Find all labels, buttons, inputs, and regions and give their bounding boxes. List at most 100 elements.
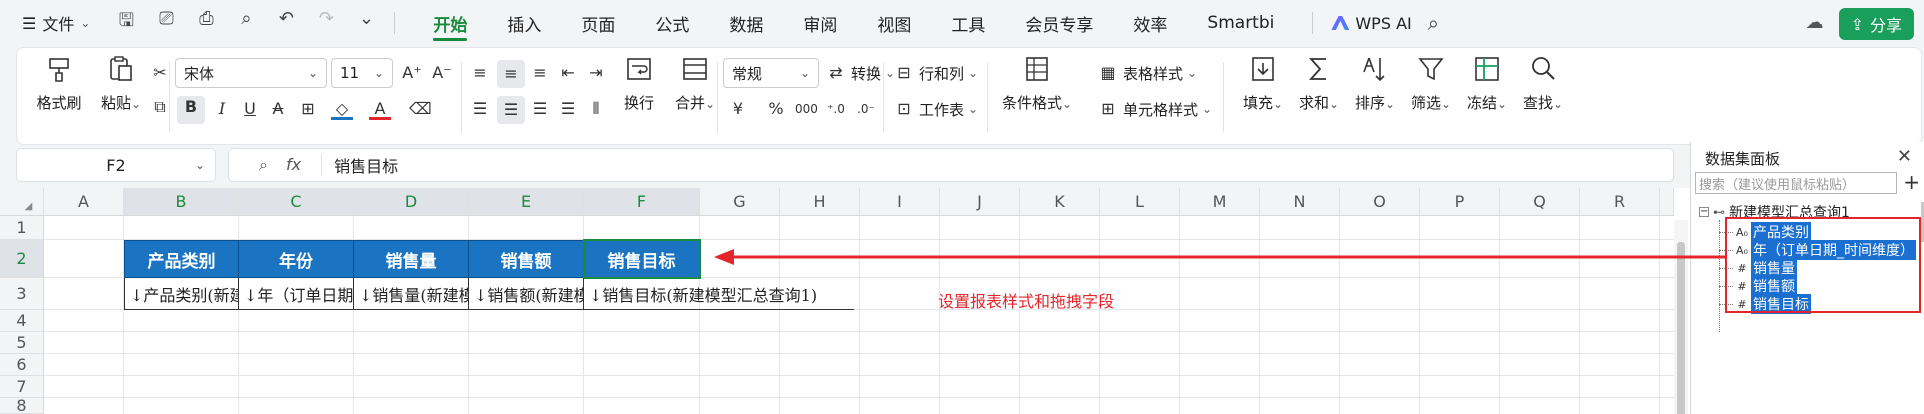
name-box[interactable]: F2 ⌄ [16, 148, 216, 182]
column-header-e[interactable]: E [469, 188, 584, 216]
vertical-scrollbar[interactable] [1674, 220, 1688, 414]
select-all-corner[interactable]: ◢ [0, 188, 44, 216]
tab-data[interactable]: 数据 [709, 0, 783, 46]
tab-insert[interactable]: 插入 [487, 0, 561, 46]
paste-button[interactable]: 粘贴⌄ [89, 54, 153, 113]
wps-ai-button[interactable]: WPS AI [1331, 14, 1412, 33]
tab-smartbi[interactable]: Smartbi [1187, 0, 1294, 46]
column-header-l[interactable]: L [1100, 188, 1180, 216]
thousands-icon[interactable]: 000 [795, 98, 818, 120]
font-color-icon[interactable]: A [369, 98, 391, 120]
undo-icon[interactable]: ↶ [276, 8, 296, 38]
percent-icon[interactable]: % [765, 98, 787, 120]
decrease-indent-icon[interactable]: ⇤ [557, 62, 579, 84]
add-icon[interactable]: + [1903, 170, 1920, 194]
find-button[interactable]: 查找⌄ [1511, 54, 1575, 113]
redo-icon[interactable]: ↷ [316, 8, 336, 38]
align-center-icon[interactable]: ☰ [497, 96, 525, 124]
column-header-m[interactable]: M [1180, 188, 1260, 216]
file-menu[interactable]: ☰ 文件 ⌄ [22, 11, 90, 35]
underline-icon[interactable]: U [239, 98, 261, 120]
clear-format-icon[interactable]: ⌫ [409, 98, 432, 120]
column-header-h[interactable]: H [780, 188, 860, 216]
tab-formula[interactable]: 公式 [635, 0, 709, 46]
header-cell-sales-qty[interactable]: 销售量 [354, 240, 469, 278]
header-cell-product-category[interactable]: 产品类别 [124, 240, 239, 278]
search-icon[interactable]: ⌕ [1428, 11, 1439, 35]
row-header-4[interactable]: 4 [0, 310, 44, 332]
more-icon[interactable]: ⌄ [356, 8, 376, 38]
tab-efficiency[interactable]: 效率 [1113, 0, 1187, 46]
column-header-q[interactable]: Q [1500, 188, 1580, 216]
zoom-icon[interactable]: ⌕ [259, 155, 268, 175]
data-cell-sales-target[interactable]: ↓销售目标(新建模型汇总查询1) [584, 278, 854, 310]
italic-icon[interactable]: I [211, 98, 233, 120]
panel-search-input[interactable]: 搜索（建议使用鼠标粘贴） [1695, 172, 1897, 194]
column-header-a[interactable]: A [44, 188, 124, 216]
collapse-icon[interactable]: − [1699, 207, 1709, 217]
column-header-i[interactable]: I [860, 188, 940, 216]
format-painter-qa-icon[interactable]: ⎚ [156, 8, 176, 38]
column-header-b[interactable]: B [124, 188, 239, 216]
align-left-icon[interactable]: ☰ [469, 98, 491, 120]
print-preview-icon[interactable]: ⌕ [236, 8, 256, 38]
row-header-1[interactable]: 1 [0, 216, 44, 240]
decrease-font-icon[interactable]: A⁻ [431, 62, 453, 84]
increase-indent-icon[interactable]: ⇥ [585, 62, 607, 84]
print-icon[interactable]: ⎙ [196, 8, 216, 38]
data-cell-year[interactable]: ↓年（订单日期_时间维度） [239, 278, 354, 310]
column-header-f[interactable]: F [584, 188, 700, 216]
column-header-d[interactable]: D [354, 188, 469, 216]
header-cell-sales-target[interactable]: 销售目标 [583, 239, 701, 279]
tab-review[interactable]: 审阅 [783, 0, 857, 46]
data-cell-product-category[interactable]: ↓产品类别(新建模型汇总查询1) [124, 278, 239, 310]
align-top-icon[interactable]: ≡ [469, 62, 491, 84]
share-button[interactable]: ⇪ 分享 [1838, 8, 1914, 40]
align-bottom-icon[interactable]: ≡ [529, 62, 551, 84]
data-cell-sales-amount[interactable]: ↓销售额(新建模型汇总查询1) [469, 278, 584, 310]
tab-member[interactable]: 会员专享 [1005, 0, 1113, 46]
row-header-3[interactable]: 3 [0, 278, 44, 310]
currency-icon[interactable]: ¥ [727, 98, 749, 120]
font-name-select[interactable]: 宋体 ⌄ [175, 58, 327, 88]
filter-button[interactable]: 筛选⌄ [1399, 54, 1463, 113]
fill-color-icon[interactable]: ◇ [331, 98, 353, 120]
distribute-icon[interactable]: ⫴ [585, 98, 607, 120]
format-painter-button[interactable]: 格式刷 [27, 54, 91, 113]
worksheet-button[interactable]: ⊡ 工作表 ⌄ [893, 98, 978, 120]
column-header-o[interactable]: O [1340, 188, 1420, 216]
border-icon[interactable]: ⊞ [297, 98, 319, 120]
header-cell-year[interactable]: 年份 [239, 240, 354, 278]
column-header-j[interactable]: J [940, 188, 1020, 216]
cloud-upload-icon[interactable]: ☁ [1803, 12, 1827, 36]
row-header-7[interactable]: 7 [0, 376, 44, 398]
sort-button[interactable]: 排序⌄ [1343, 54, 1407, 113]
tab-view[interactable]: 视图 [857, 0, 931, 46]
wrap-text-button[interactable]: 换行 [607, 54, 671, 113]
rows-cols-button[interactable]: ⊟ 行和列 ⌄ [893, 62, 978, 84]
bold-icon[interactable]: B [177, 96, 205, 124]
tab-tools[interactable]: 工具 [931, 0, 1005, 46]
cut-icon[interactable]: ✂ [149, 62, 171, 84]
column-header-p[interactable]: P [1420, 188, 1500, 216]
cell-style-button[interactable]: ⊞ 单元格样式 ⌄ [1097, 98, 1212, 120]
tab-page[interactable]: 页面 [561, 0, 635, 46]
column-header-c[interactable]: C [239, 188, 354, 216]
copy-icon[interactable]: ⧉ [149, 96, 171, 118]
justify-icon[interactable]: ☰ [557, 98, 579, 120]
scrollbar-thumb[interactable] [1677, 242, 1685, 414]
increase-font-icon[interactable]: A⁺ [401, 62, 423, 84]
strikethrough-icon[interactable]: A [267, 98, 289, 120]
save-icon[interactable]: 🖫 [116, 8, 136, 38]
freeze-button[interactable]: 冻结⌄ [1455, 54, 1519, 113]
fill-button[interactable]: 填充⌄ [1231, 54, 1295, 113]
column-header-r[interactable]: R [1580, 188, 1660, 216]
convert-button[interactable]: ⇄ 转换 ⌄ [825, 62, 895, 84]
data-cell-sales-qty[interactable]: ↓销售量(新建模型汇总查询1) [354, 278, 469, 310]
formula-bar[interactable]: ⌕ fx 销售目标 [228, 148, 1674, 182]
close-icon[interactable]: ✕ [1897, 146, 1912, 167]
column-header-k[interactable]: K [1020, 188, 1100, 216]
column-header-n[interactable]: N [1260, 188, 1340, 216]
row-header-2[interactable]: 2 [0, 240, 44, 278]
spreadsheet-grid[interactable]: ◢ A B C D E F G H I J K L M N O P Q R 1 … [0, 188, 1690, 414]
